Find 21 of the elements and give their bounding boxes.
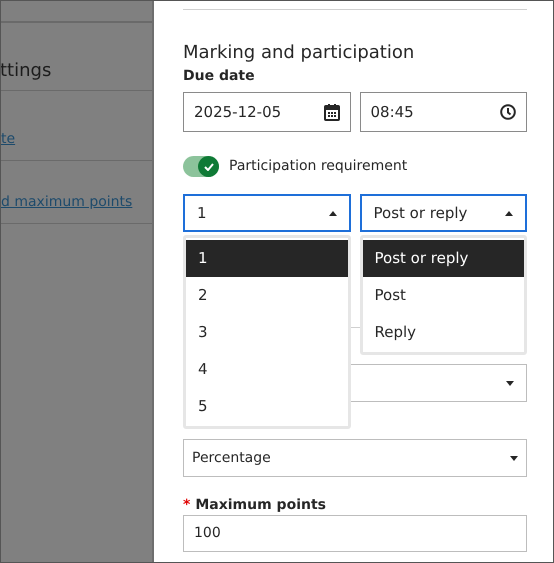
points-field[interactable]: 100: [183, 515, 527, 552]
required-mark: *: [183, 498, 190, 512]
field-label: Maximum points: [195, 496, 326, 514]
dropdown-option[interactable]: Post or reply: [362, 240, 524, 277]
caret-icon: [510, 456, 518, 460]
clock-icon: [500, 104, 516, 120]
select-field[interactable]: 1: [183, 194, 350, 232]
caret-icon: [328, 210, 336, 216]
section-heading: Marking and participation: [183, 41, 416, 65]
time-field[interactable]: 08:45: [360, 92, 527, 132]
toggle-switch[interactable]: [183, 156, 219, 177]
date-field[interactable]: 2025-12-05: [183, 92, 350, 132]
check-icon: [204, 162, 214, 170]
toggle-label: Participation requirement: [229, 157, 408, 176]
calendar-icon: [324, 104, 340, 120]
caret-icon: [505, 210, 513, 216]
dropdown-option[interactable]: 1: [186, 240, 348, 277]
caret-icon: [506, 380, 514, 386]
select-field[interactable]: Percentage: [183, 439, 527, 477]
select-field[interactable]: Post or reply: [360, 194, 527, 232]
field-label: Due date: [183, 67, 256, 86]
